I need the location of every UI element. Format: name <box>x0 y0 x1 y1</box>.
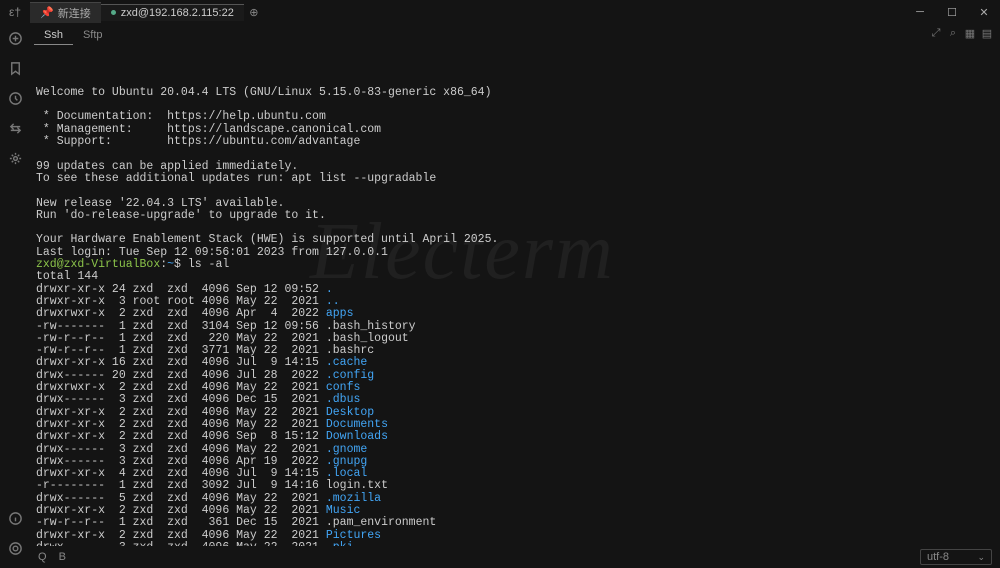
add-tab-button[interactable]: ⊕ <box>244 6 264 19</box>
status-q[interactable]: Q <box>38 551 47 563</box>
session-subtabs: Ssh Sftp <box>30 24 1000 46</box>
new-connection-label: 新连接 <box>58 5 91 21</box>
sidebar <box>0 24 30 568</box>
status-bar: Q B utf-8 <box>30 546 1000 568</box>
ssh-tab[interactable]: Ssh <box>34 26 73 45</box>
new-connection-tab[interactable]: 📌 新连接 <box>30 2 101 23</box>
terminal[interactable]: Electerm Welcome to Ubuntu 20.04.4 LTS (… <box>30 46 1000 546</box>
minimize-button[interactable]: ─ <box>904 0 936 24</box>
bookmarks-icon[interactable] <box>7 60 23 76</box>
app-logo: ε† <box>0 5 30 19</box>
pin-icon: 📌 <box>40 6 54 19</box>
terminal-output: Welcome to Ubuntu 20.04.4 LTS (GNU/Linux… <box>36 87 994 546</box>
main-area: Ssh Sftp ⤢ ⌕ ▦ ▤ Electerm Welcome to Ubu… <box>0 24 1000 568</box>
status-b[interactable]: B <box>59 551 66 563</box>
sync-icon[interactable] <box>7 540 23 556</box>
fullscreen-icon[interactable]: ⤢ <box>929 26 943 40</box>
encoding-label: utf-8 <box>927 551 949 563</box>
active-session-tab[interactable]: zxd@192.168.2.115:22 <box>101 4 244 21</box>
window-controls: ─ ☐ ✕ <box>904 0 1000 24</box>
sftp-tab[interactable]: Sftp <box>73 26 113 44</box>
split-column-icon[interactable]: ▤ <box>980 26 994 40</box>
chevron-down-icon <box>977 551 985 563</box>
terminal-tools: ⤢ ⌕ ▦ ▤ <box>929 26 994 40</box>
status-dot-icon <box>111 10 116 15</box>
settings-icon[interactable] <box>7 150 23 166</box>
titlebar: ε† 📌 新连接 zxd@192.168.2.115:22 ⊕ ─ ☐ ✕ <box>0 0 1000 24</box>
new-session-icon[interactable] <box>7 30 23 46</box>
search-term-icon[interactable]: ⌕ <box>946 26 960 40</box>
active-tab-label: zxd@192.168.2.115:22 <box>121 7 234 19</box>
history-icon[interactable] <box>7 90 23 106</box>
encoding-selector[interactable]: utf-8 <box>920 549 992 565</box>
info-icon[interactable] <box>7 510 23 526</box>
close-button[interactable]: ✕ <box>968 0 1000 24</box>
content-pane: Ssh Sftp ⤢ ⌕ ▦ ▤ Electerm Welcome to Ubu… <box>30 24 1000 568</box>
split-grid-icon[interactable]: ▦ <box>963 26 977 40</box>
transfer-icon[interactable] <box>7 120 23 136</box>
maximize-button[interactable]: ☐ <box>936 0 968 24</box>
